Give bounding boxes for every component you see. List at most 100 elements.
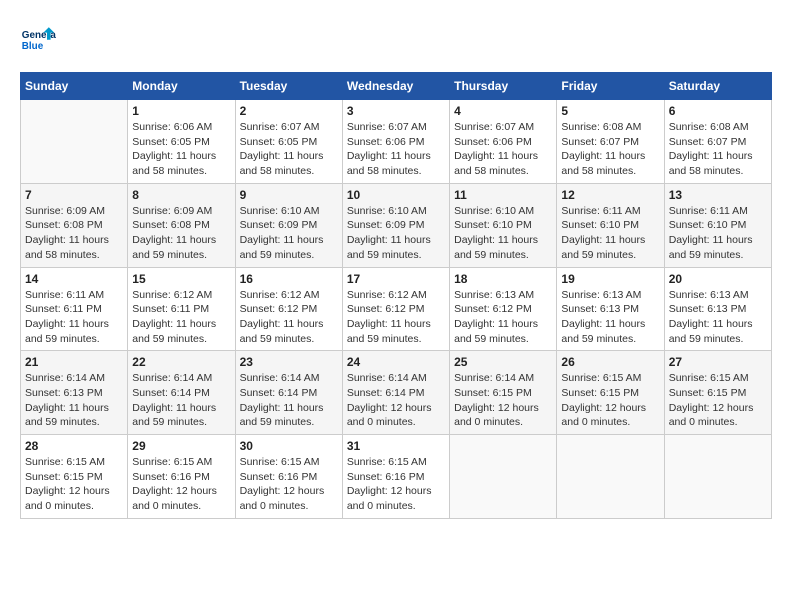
day-info: Sunrise: 6:15 AMSunset: 6:15 PMDaylight:… [561,371,659,430]
day-number: 22 [132,355,230,369]
day-info: Sunrise: 6:12 AMSunset: 6:11 PMDaylight:… [132,288,230,347]
day-info: Sunrise: 6:14 AMSunset: 6:13 PMDaylight:… [25,371,123,430]
calendar-cell [664,435,771,519]
day-info: Sunrise: 6:11 AMSunset: 6:10 PMDaylight:… [561,204,659,263]
calendar-cell: 17 Sunrise: 6:12 AMSunset: 6:12 PMDayligh… [342,267,449,351]
col-header-tuesday: Tuesday [235,73,342,100]
day-number: 8 [132,188,230,202]
calendar-cell: 26 Sunrise: 6:15 AMSunset: 6:15 PMDayligh… [557,351,664,435]
day-number: 15 [132,272,230,286]
day-number: 17 [347,272,445,286]
day-info: Sunrise: 6:07 AMSunset: 6:06 PMDaylight:… [454,120,552,179]
calendar-cell: 21Sunrise: 6:14 AMSunset: 6:13 PMDayligh… [21,351,128,435]
day-number: 30 [240,439,338,453]
day-info: Sunrise: 6:09 AMSunset: 6:08 PMDaylight:… [132,204,230,263]
calendar-cell: 30Sunrise: 6:15 AMSunset: 6:16 PMDayligh… [235,435,342,519]
day-number: 2 [240,104,338,118]
day-info: Sunrise: 6:10 AMSunset: 6:10 PMDaylight:… [454,204,552,263]
calendar-cell: 25 Sunrise: 6:14 AMSunset: 6:15 PMDayligh… [450,351,557,435]
day-number: 14 [25,272,123,286]
calendar-cell: 16 Sunrise: 6:12 AMSunset: 6:12 PMDayligh… [235,267,342,351]
day-number: 19 [561,272,659,286]
calendar-cell: 20Sunrise: 6:13 AMSunset: 6:13 PMDayligh… [664,267,771,351]
day-number: 9 [240,188,338,202]
day-info: Sunrise: 6:07 AMSunset: 6:06 PMDaylight:… [347,120,445,179]
calendar-cell: 1 Sunrise: 6:06 AMSunset: 6:05 PMDaylight… [128,100,235,184]
day-number: 13 [669,188,767,202]
day-info: Sunrise: 6:08 AMSunset: 6:07 PMDaylight:… [561,120,659,179]
day-number: 11 [454,188,552,202]
calendar-cell [557,435,664,519]
col-header-friday: Friday [557,73,664,100]
day-number: 10 [347,188,445,202]
calendar-cell: 13 Sunrise: 6:11 AMSunset: 6:10 PMDayligh… [664,183,771,267]
day-number: 1 [132,104,230,118]
calendar-cell: 6 Sunrise: 6:08 AMSunset: 6:07 PMDaylight… [664,100,771,184]
page-header: General Blue [20,20,772,56]
day-info: Sunrise: 6:13 AMSunset: 6:12 PMDaylight:… [454,288,552,347]
day-number: 26 [561,355,659,369]
day-info: Sunrise: 6:13 AMSunset: 6:13 PMDaylight:… [561,288,659,347]
day-number: 16 [240,272,338,286]
day-number: 6 [669,104,767,118]
calendar-cell: 19 Sunrise: 6:13 AMSunset: 6:13 PMDayligh… [557,267,664,351]
col-header-saturday: Saturday [664,73,771,100]
day-number: 29 [132,439,230,453]
day-number: 31 [347,439,445,453]
day-info: Sunrise: 6:10 AMSunset: 6:09 PMDaylight:… [240,204,338,263]
day-info: Sunrise: 6:14 AMSunset: 6:15 PMDaylight:… [454,371,552,430]
calendar-cell: 29 Sunrise: 6:15 AMSunset: 6:16 PMDayligh… [128,435,235,519]
day-info: Sunrise: 6:14 AMSunset: 6:14 PMDaylight:… [240,371,338,430]
calendar-cell: 12 Sunrise: 6:11 AMSunset: 6:10 PMDayligh… [557,183,664,267]
day-number: 5 [561,104,659,118]
col-header-thursday: Thursday [450,73,557,100]
calendar-cell: 28Sunrise: 6:15 AMSunset: 6:15 PMDayligh… [21,435,128,519]
col-header-monday: Monday [128,73,235,100]
calendar-cell: 5 Sunrise: 6:08 AMSunset: 6:07 PMDaylight… [557,100,664,184]
day-info: Sunrise: 6:06 AMSunset: 6:05 PMDaylight:… [132,120,230,179]
calendar-cell: 7 Sunrise: 6:09 AMSunset: 6:08 PMDaylight… [21,183,128,267]
day-info: Sunrise: 6:14 AMSunset: 6:14 PMDaylight:… [347,371,445,430]
day-info: Sunrise: 6:08 AMSunset: 6:07 PMDaylight:… [669,120,767,179]
day-info: Sunrise: 6:10 AMSunset: 6:09 PMDaylight:… [347,204,445,263]
calendar-cell [450,435,557,519]
calendar-cell: 23 Sunrise: 6:14 AMSunset: 6:14 PMDayligh… [235,351,342,435]
calendar-cell: 3 Sunrise: 6:07 AMSunset: 6:06 PMDaylight… [342,100,449,184]
day-number: 3 [347,104,445,118]
day-number: 27 [669,355,767,369]
calendar-cell: 15 Sunrise: 6:12 AMSunset: 6:11 PMDayligh… [128,267,235,351]
calendar-cell: 11 Sunrise: 6:10 AMSunset: 6:10 PMDayligh… [450,183,557,267]
day-number: 28 [25,439,123,453]
col-header-wednesday: Wednesday [342,73,449,100]
day-number: 23 [240,355,338,369]
day-number: 18 [454,272,552,286]
day-number: 20 [669,272,767,286]
calendar-cell [21,100,128,184]
calendar-cell: 18 Sunrise: 6:13 AMSunset: 6:12 PMDayligh… [450,267,557,351]
day-info: Sunrise: 6:11 AMSunset: 6:11 PMDaylight:… [25,288,123,347]
day-number: 25 [454,355,552,369]
calendar-cell: 8 Sunrise: 6:09 AMSunset: 6:08 PMDaylight… [128,183,235,267]
calendar-cell: 31 Sunrise: 6:15 AMSunset: 6:16 PMDayligh… [342,435,449,519]
calendar-cell: 22Sunrise: 6:14 AMSunset: 6:14 PMDayligh… [128,351,235,435]
day-number: 7 [25,188,123,202]
day-info: Sunrise: 6:15 AMSunset: 6:16 PMDaylight:… [347,455,445,514]
day-info: Sunrise: 6:15 AMSunset: 6:16 PMDaylight:… [132,455,230,514]
calendar-cell: 24Sunrise: 6:14 AMSunset: 6:14 PMDayligh… [342,351,449,435]
calendar-cell: 4 Sunrise: 6:07 AMSunset: 6:06 PMDaylight… [450,100,557,184]
col-header-sunday: Sunday [21,73,128,100]
day-info: Sunrise: 6:11 AMSunset: 6:10 PMDaylight:… [669,204,767,263]
day-info: Sunrise: 6:12 AMSunset: 6:12 PMDaylight:… [240,288,338,347]
calendar-cell: 2 Sunrise: 6:07 AMSunset: 6:05 PMDaylight… [235,100,342,184]
calendar-table: SundayMondayTuesdayWednesdayThursdayFrid… [20,72,772,519]
day-info: Sunrise: 6:12 AMSunset: 6:12 PMDaylight:… [347,288,445,347]
day-info: Sunrise: 6:15 AMSunset: 6:15 PMDaylight:… [669,371,767,430]
calendar-cell: 10 Sunrise: 6:10 AMSunset: 6:09 PMDayligh… [342,183,449,267]
day-info: Sunrise: 6:07 AMSunset: 6:05 PMDaylight:… [240,120,338,179]
calendar-cell: 14 Sunrise: 6:11 AMSunset: 6:11 PMDayligh… [21,267,128,351]
logo: General Blue [20,20,56,56]
day-number: 4 [454,104,552,118]
calendar-cell: 27 Sunrise: 6:15 AMSunset: 6:15 PMDayligh… [664,351,771,435]
day-info: Sunrise: 6:09 AMSunset: 6:08 PMDaylight:… [25,204,123,263]
day-number: 12 [561,188,659,202]
